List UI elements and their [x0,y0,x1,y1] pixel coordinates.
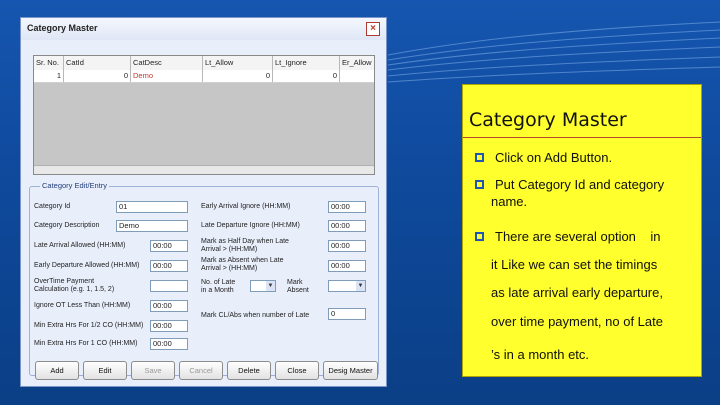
late-departure-ignore-field[interactable]: 00:00 [328,220,366,232]
min-extra-one-co-field[interactable]: 00:00 [150,338,188,350]
category-edit-group: Category Edit/Entry Category Id 01 Categ… [29,181,379,376]
cell-er-allow [340,70,374,82]
label-early-arrival-ignore: Early Arrival Ignore (HH:MM) [201,203,291,210]
delete-button[interactable]: Delete [227,361,271,380]
category-master-window: Category Master × Sr. No. CatId CatDesc … [20,17,387,387]
window-titlebar[interactable]: Category Master × [21,18,386,40]
bullet-text-2-continued: name. [491,194,528,209]
label-late-departure-ignore: Late Departure Ignore (HH:MM) [201,222,300,229]
half-day-late-field[interactable]: 00:00 [328,240,366,252]
bullet-text-2: Put Category Id and category [495,177,665,192]
overtime-payment-field[interactable] [150,280,188,292]
mark-cl-abs-field[interactable]: 0 [328,308,366,320]
bullet-text-3-line-2: it Like we can set the timings [491,257,658,272]
mark-absent-dropdown[interactable]: ▼ [328,280,366,292]
grid-horizontal-scrollbar[interactable] [34,165,374,174]
grid-header-srno[interactable]: Sr. No. [34,56,64,70]
cancel-button[interactable]: Cancel [179,361,223,380]
grid-header-lt-allow[interactable]: Lt_Allow [203,56,273,70]
cell-lt-ignore: 0 [273,70,340,82]
table-row[interactable]: 1 0 Demo 0 0 [34,70,374,83]
grid-header-er-allow[interactable]: Er_Allow [340,56,374,70]
label-half-day-late-arrival: Arrival > (HH:MM) [201,246,258,253]
bullet-text-3-line-4: over time payment, no of Late [491,314,663,329]
label-absent-late-arrival: Arrival > (HH:MM) [201,265,258,272]
label-overtime-payment: OverTime Payment [34,278,95,285]
no-of-late-dropdown[interactable]: ▼ [250,280,276,292]
chevron-down-icon: ▼ [266,281,275,291]
save-button[interactable]: Save [131,361,175,380]
label-overtime-calculation: Calculation (e.g. 1, 1.5, 2) [34,286,115,293]
panel-divider [463,137,701,138]
close-button[interactable]: Close [275,361,319,380]
label-min-extra-half-co: Min Extra Hrs For 1/2 CO (HH:MM) [34,322,144,329]
close-icon[interactable]: × [366,22,380,36]
bullet-text-3: There are several option in [495,229,661,244]
add-button[interactable]: Add [35,361,79,380]
grid-header-catid[interactable]: CatId [64,56,131,70]
label-no-of-late: No. of Late [201,279,236,286]
label-mark-cl-abs: Mark CL/Abs when number of Late [201,312,310,319]
cell-catid: 0 [64,70,131,82]
bullet-text-3-line-3: as late arrival early departure, [491,285,663,300]
panel-title: Category Master [469,109,627,131]
bullet-icon [475,153,484,162]
label-in-a-month: in a Month [201,287,234,294]
absent-late-field[interactable]: 00:00 [328,260,366,272]
chevron-down-icon: ▼ [356,281,365,291]
label-category-id: Category Id [34,203,71,210]
min-extra-half-co-field[interactable]: 00:00 [150,320,188,332]
bullet-text-3-line-5: ’s in a month etc. [491,347,590,362]
desig-master-button[interactable]: Desig Master [323,361,378,380]
label-mark: Mark [287,279,303,286]
group-title: Category Edit/Entry [40,181,110,190]
bullet-icon [475,232,484,241]
grid-header-catdesc[interactable]: CatDesc [131,56,203,70]
late-arrival-allowed-field[interactable]: 00:00 [150,240,188,252]
grid-header: Sr. No. CatId CatDesc Lt_Allow Lt_Ignore… [34,56,374,71]
bullet-text-1: Click on Add Button. [495,150,613,165]
cell-lt-allow: 0 [203,70,273,82]
grid-header-lt-ignore[interactable]: Lt_Ignore [273,56,340,70]
label-absent-late: Mark as Absent when Late [201,257,284,264]
label-early-departure-allowed: Early Departure Allowed (HH:MM) [34,262,140,269]
category-description-field[interactable]: Demo [116,220,188,232]
ignore-ot-field[interactable]: 00:00 [150,300,188,312]
info-panel: Category Master Click on Add Button. Put… [462,84,702,377]
label-absent: Absent [287,287,309,294]
cell-catdesc: Demo [131,70,203,82]
window-title: Category Master [27,23,98,33]
label-late-arrival-allowed: Late Arrival Allowed (HH:MM) [34,242,126,249]
label-category-description: Category Description [34,222,100,229]
early-departure-allowed-field[interactable]: 00:00 [150,260,188,272]
label-half-day-late: Mark as Half Day when Late [201,238,289,245]
early-arrival-ignore-field[interactable]: 00:00 [328,201,366,213]
edit-button[interactable]: Edit [83,361,127,380]
label-min-extra-one-co: Min Extra Hrs For 1 CO (HH:MM) [34,340,138,347]
cell-srno: 1 [34,70,64,82]
label-ignore-ot: Ignore OT Less Than (HH:MM) [34,302,131,309]
bullet-icon [475,180,484,189]
button-bar: Add Edit Save Cancel Delete Close Desig … [30,361,380,383]
category-grid[interactable]: Sr. No. CatId CatDesc Lt_Allow Lt_Ignore… [33,55,375,175]
category-id-field[interactable]: 01 [116,201,188,213]
